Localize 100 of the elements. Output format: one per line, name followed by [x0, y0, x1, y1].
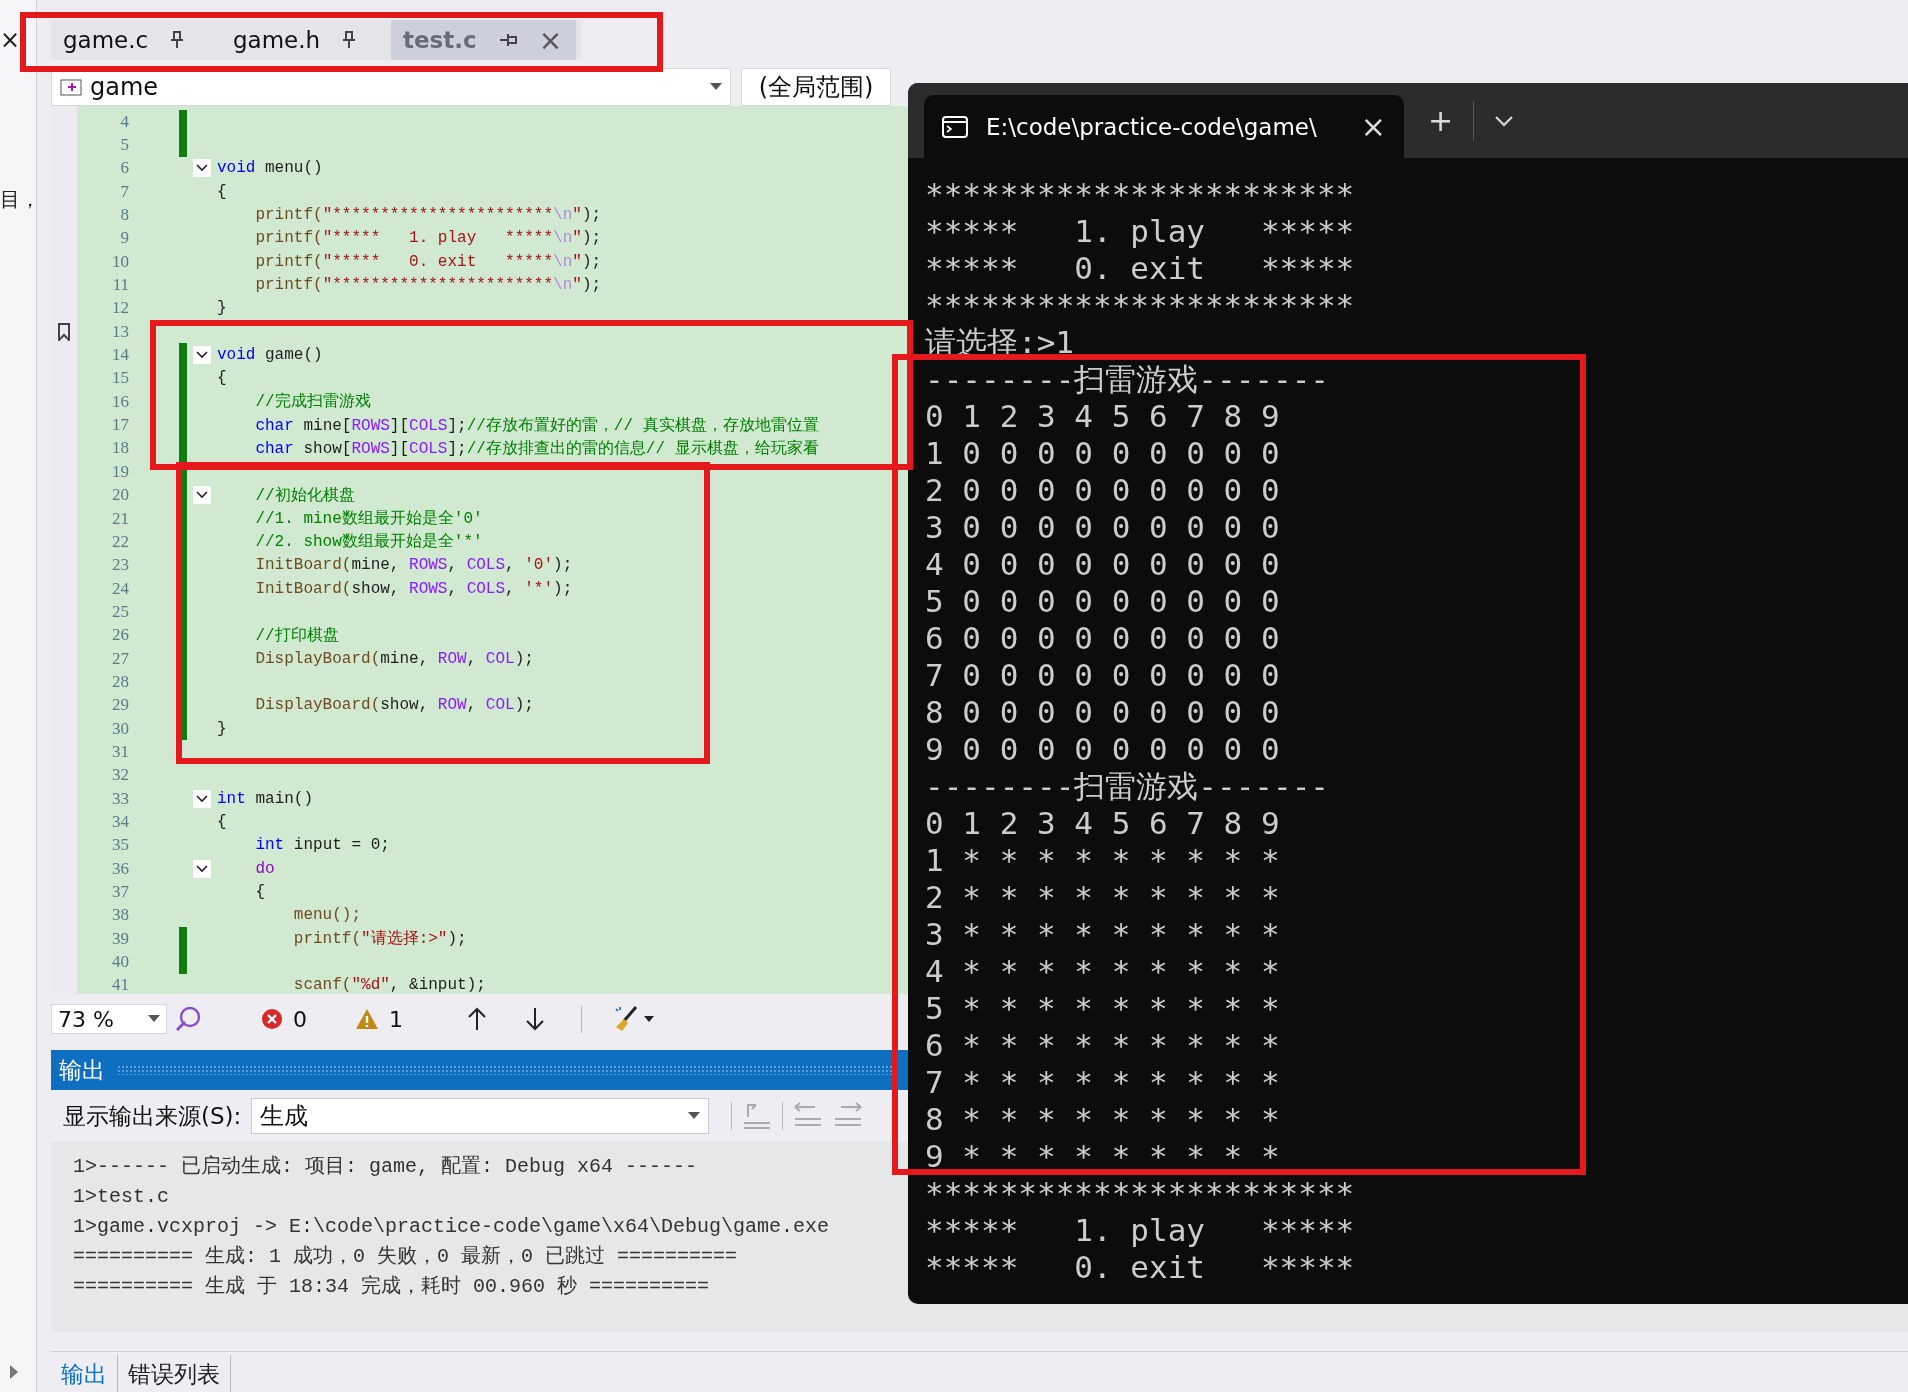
- file-tab[interactable]: test.c ×: [391, 20, 577, 60]
- code-line: void game(): [217, 346, 323, 365]
- console-line: ***** 0. exit *****: [925, 1249, 1355, 1286]
- line-number: 39: [111, 928, 129, 949]
- line-number: 6: [119, 158, 129, 179]
- output-line: ========== 生成: 1 成功，0 失败，0 最新，0 已跳过 ==========: [73, 1244, 738, 1270]
- code-line: //2. show数组最开始是全'*': [254, 532, 483, 553]
- code-line: DisplayBoard(mine, ROW, COL);: [254, 649, 534, 668]
- panel-text: 目，: [0, 186, 40, 213]
- collapse-icon[interactable]: [193, 789, 211, 808]
- console-line: ***********************: [925, 287, 1355, 324]
- chevron-down-icon[interactable]: [1494, 114, 1515, 127]
- console-line: 0 1 2 3 4 5 6 7 8 9: [925, 398, 1280, 435]
- expand-icon[interactable]: [8, 1364, 20, 1380]
- panel-title: 输出: [59, 1055, 105, 1085]
- scope-dropdown[interactable]: (全局范围): [741, 68, 891, 106]
- line-number: 23: [111, 555, 129, 576]
- close-icon[interactable]: ×: [0, 28, 21, 52]
- code-line: }: [217, 719, 227, 738]
- line-number: 14: [111, 345, 129, 366]
- warning-icon[interactable]: [355, 1008, 379, 1030]
- line-number: 5: [119, 135, 129, 155]
- arrow-down-icon[interactable]: [525, 1007, 545, 1031]
- code-line: printf("***** 1. play *****\n");: [254, 229, 602, 248]
- code-line: char mine[ROWS][COLS];//存放布置好的雷，// 真实棋盘，存放地雷位置: [254, 415, 819, 436]
- line-number: 28: [111, 671, 129, 692]
- console-line: 9 * * * * * * * * *: [925, 1138, 1280, 1175]
- project-dropdown[interactable]: game: [51, 68, 731, 106]
- pin-icon[interactable]: [342, 31, 357, 49]
- line-number: 11: [111, 275, 129, 296]
- code-line: menu();: [292, 906, 362, 925]
- line-number: 19: [111, 461, 129, 482]
- line-number: 34: [111, 812, 129, 832]
- code-line: do: [254, 859, 275, 878]
- line-number: 26: [111, 625, 129, 646]
- line-number: 15: [111, 368, 129, 389]
- console-line: 0 1 2 3 4 5 6 7 8 9: [925, 805, 1280, 842]
- arrow-up-icon[interactable]: [467, 1007, 487, 1031]
- source-label: 显示输出来源(S):: [63, 1101, 242, 1131]
- console-line: 3 0 0 0 0 0 0 0 0 0: [925, 509, 1280, 546]
- line-number: 20: [111, 485, 129, 506]
- console-line: 6 0 0 0 0 0 0 0 0 0: [925, 620, 1280, 657]
- line-number: 13: [111, 321, 129, 342]
- console-line: ***** 1. play *****: [925, 1212, 1355, 1249]
- pin-icon[interactable]: [498, 33, 517, 47]
- caret-icon: [688, 1112, 701, 1120]
- panel-tab[interactable]: 输出: [51, 1355, 118, 1392]
- file-tab[interactable]: game.c: [51, 20, 221, 60]
- console-line: 4 * * * * * * * * *: [925, 953, 1280, 990]
- line-number: 25: [111, 601, 129, 622]
- panel-tab[interactable]: 错误列表: [118, 1355, 231, 1392]
- line-number: 37: [111, 882, 129, 902]
- source-dropdown[interactable]: 生成: [251, 1098, 710, 1134]
- code-line: {: [217, 813, 227, 831]
- line-number: 9: [119, 228, 129, 249]
- line-number: 8: [119, 205, 129, 226]
- code-line: printf("***********************\n");: [254, 276, 602, 295]
- console-line: 2 0 0 0 0 0 0 0 0 0: [925, 472, 1280, 509]
- code-line: InitBoard(show, ROWS, COLS, '*');: [254, 579, 573, 598]
- console-line: 6 * * * * * * * * *: [925, 1027, 1280, 1064]
- collapse-icon[interactable]: [193, 346, 211, 365]
- console-line: 8 0 0 0 0 0 0 0 0 0: [925, 694, 1280, 731]
- close-button[interactable]: ×: [1360, 109, 1386, 144]
- code-line: scanf("%d", &input);: [292, 976, 486, 994]
- line-number: 41: [111, 975, 129, 994]
- line-number: 27: [111, 648, 129, 669]
- collapse-icon[interactable]: [193, 859, 211, 878]
- terminal-tab[interactable]: E:\code\practice-code\game\ ×: [924, 95, 1404, 158]
- console-icon: [942, 115, 968, 138]
- tab-title: E:\code\practice-code\game\: [986, 113, 1318, 140]
- tab-label: test.c: [403, 27, 477, 53]
- console-line: 1 * * * * * * * * *: [925, 842, 1280, 879]
- code-line: //1. mine数组最开始是全'0': [254, 509, 483, 529]
- collapse-icon[interactable]: [193, 486, 211, 505]
- new-tab-button[interactable]: +: [1428, 103, 1454, 138]
- line-number: 30: [111, 718, 129, 739]
- code-line: //初始化棋盘: [254, 485, 355, 506]
- console-line: 7 0 0 0 0 0 0 0 0 0: [925, 657, 1280, 694]
- tab-label: game.h: [233, 27, 321, 53]
- console-line: 7 * * * * * * * * *: [925, 1064, 1280, 1101]
- close-tab-button[interactable]: ×: [538, 23, 563, 57]
- console-line: 5 0 0 0 0 0 0 0 0 0: [925, 583, 1280, 620]
- brush-icon[interactable]: [612, 1005, 656, 1033]
- caret-icon: [710, 83, 722, 91]
- console-line: 8 * * * * * * * * *: [925, 1101, 1280, 1138]
- zoom-dropdown[interactable]: 73 %: [51, 1004, 167, 1034]
- code-line: }: [217, 299, 227, 318]
- line-number: 4: [119, 111, 129, 132]
- console-line: ***** 0. exit *****: [925, 250, 1355, 287]
- error-icon[interactable]: [261, 1008, 283, 1030]
- code-line: //打印棋盘: [254, 625, 339, 646]
- code-line: int main(): [217, 789, 314, 808]
- console-line: ***********************: [925, 176, 1355, 213]
- file-tab[interactable]: game.h: [221, 20, 391, 60]
- line-number: 40: [111, 952, 129, 973]
- console-line: ***** 1. play *****: [925, 213, 1355, 250]
- console-line: ***********************: [925, 1175, 1355, 1212]
- error-count: 0: [293, 1006, 307, 1032]
- collapse-icon[interactable]: [193, 159, 211, 178]
- pin-icon[interactable]: [170, 31, 185, 49]
